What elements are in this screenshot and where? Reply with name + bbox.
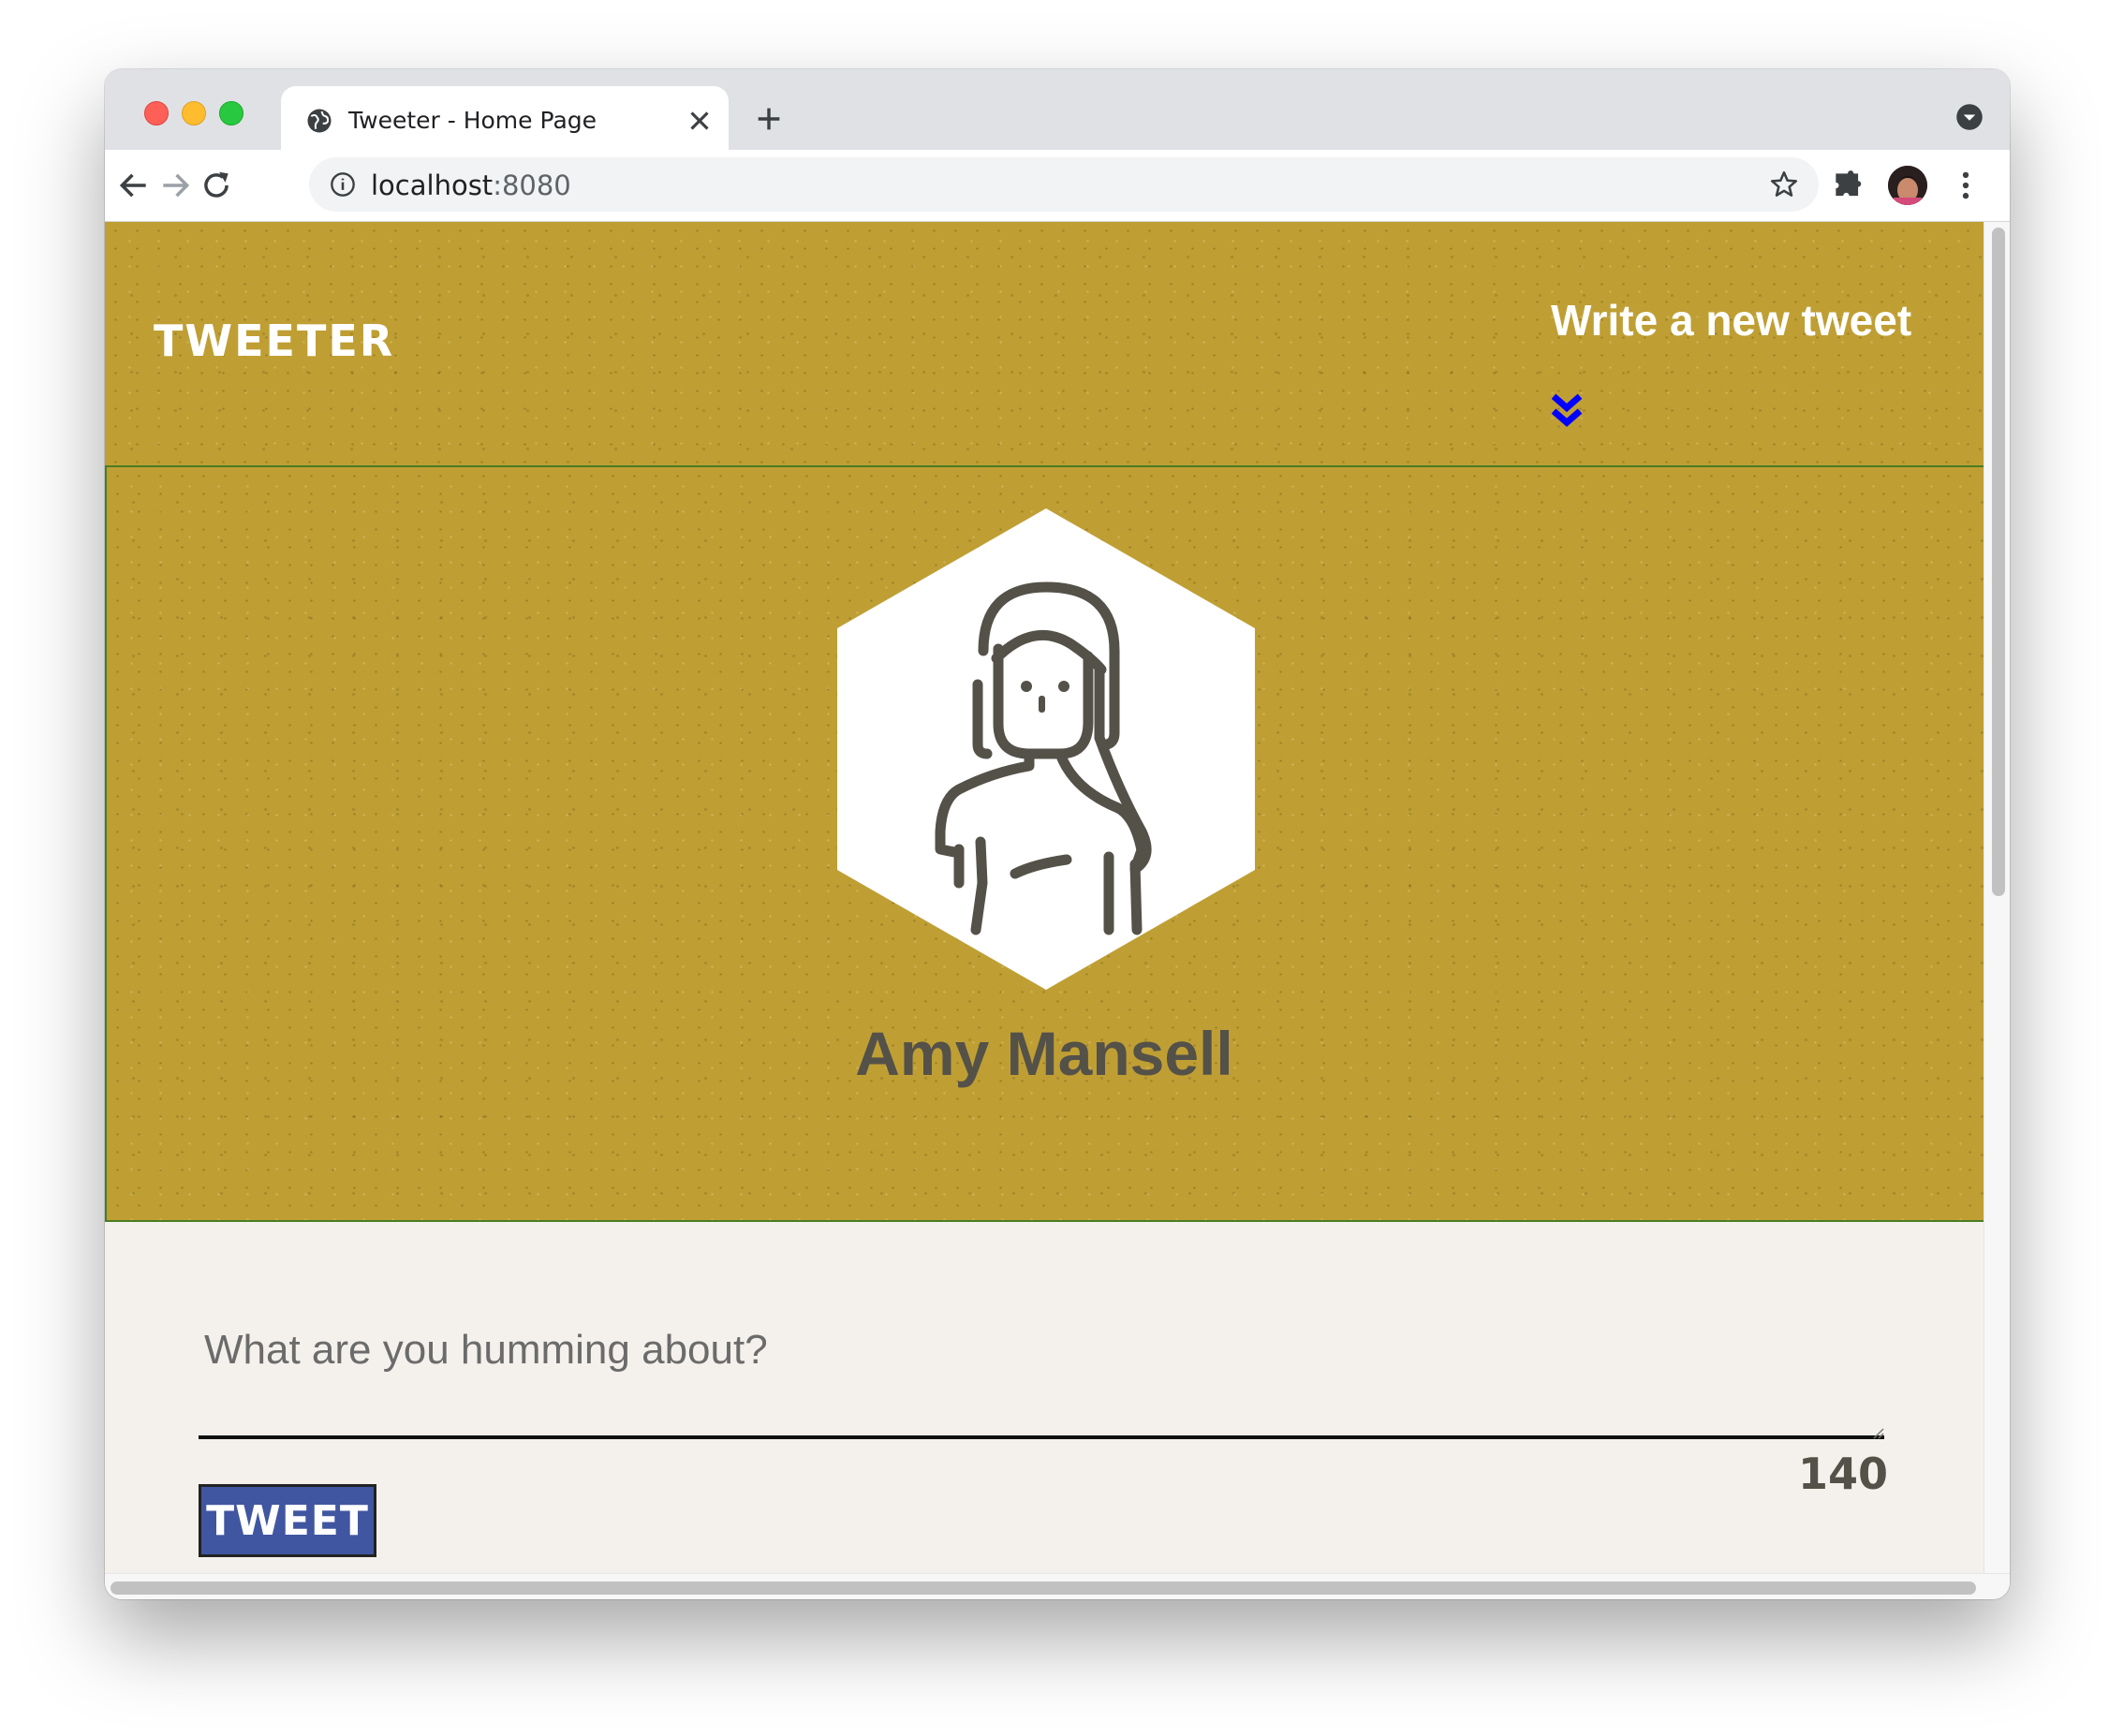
reload-icon[interactable]: [199, 168, 234, 203]
write-new-tweet-link[interactable]: Write a new tweet: [1551, 295, 1911, 346]
kebab-menu-icon[interactable]: [1948, 168, 1984, 203]
forward-arrow-icon[interactable]: [157, 168, 193, 203]
tweet-textarea[interactable]: [199, 1327, 1884, 1439]
info-icon[interactable]: [330, 171, 356, 198]
profile-name: Amy Mansell: [855, 1019, 1233, 1088]
resize-grip-icon[interactable]: [1869, 1424, 1884, 1439]
url-port: :8080: [493, 169, 571, 201]
close-window-button[interactable]: [144, 101, 169, 125]
double-chevron-down-icon[interactable]: [1547, 390, 1586, 432]
top-nav: TWEETER Write a new tweet: [105, 222, 1984, 465]
close-icon[interactable]: [684, 105, 715, 137]
profile-photo: [1888, 166, 1927, 205]
brand-logo[interactable]: TWEETER: [154, 316, 394, 366]
tweet-button[interactable]: TWEET: [199, 1484, 376, 1557]
vertical-scroll-thumb[interactable]: [1992, 228, 2005, 896]
character-counter: 140: [1797, 1449, 1888, 1499]
url-host: localhost: [371, 169, 494, 201]
tab-title: Tweeter - Home Page: [348, 107, 597, 134]
woman-avatar-icon: [837, 508, 1255, 990]
globe-icon: [307, 109, 332, 133]
horizontal-scroll-thumb[interactable]: [111, 1582, 1976, 1595]
browser-toolbar: localhost:8080: [105, 150, 2010, 222]
profile-avatar[interactable]: [1888, 166, 1927, 205]
tab-strip: Tweeter - Home Page: [105, 69, 2010, 150]
minimize-window-button[interactable]: [182, 101, 206, 125]
address-bar[interactable]: localhost:8080: [309, 157, 1819, 212]
page-viewport: TWEETER Write a new tweet Amy Mansell Wh…: [105, 222, 1984, 1573]
maximize-window-button[interactable]: [219, 101, 243, 125]
plus-icon[interactable]: [753, 103, 785, 135]
star-icon[interactable]: [1768, 169, 1800, 200]
back-arrow-icon[interactable]: [116, 168, 152, 203]
browser-window: Tweeter - Home Page localhost:8080 TWEET…: [105, 69, 2010, 1599]
horizontal-scrollbar[interactable]: [105, 1573, 2010, 1599]
extensions-icon[interactable]: [1830, 168, 1866, 203]
tab-menu-icon[interactable]: [1955, 103, 1984, 131]
url-text[interactable]: localhost:8080: [371, 169, 571, 201]
active-tab[interactable]: Tweeter - Home Page: [281, 86, 729, 150]
vertical-scrollbar[interactable]: [1984, 222, 2010, 1573]
